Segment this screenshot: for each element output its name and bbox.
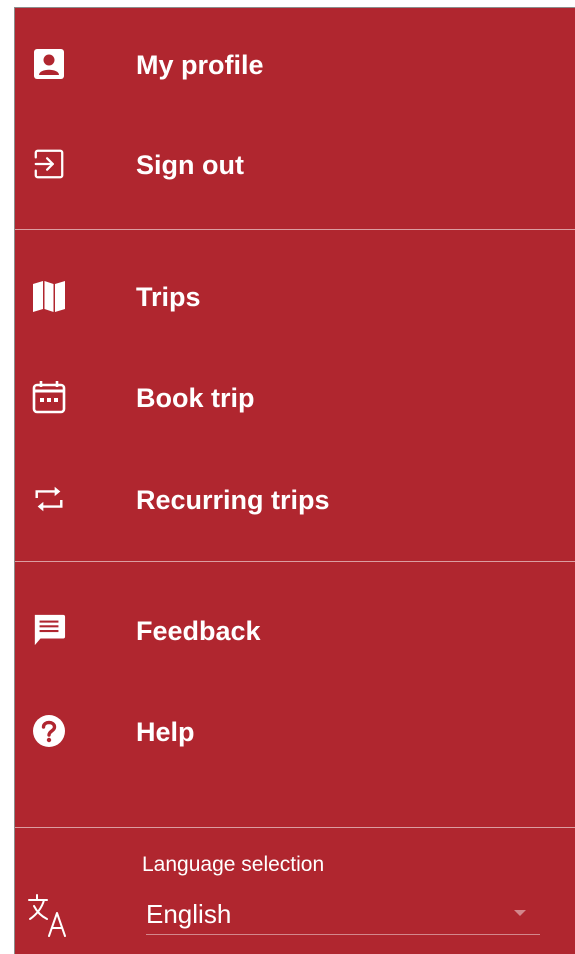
person-card-icon [32, 47, 66, 81]
language-selected-value: English [146, 899, 232, 929]
menu-item-recurring-trips[interactable]: Recurring trips [15, 467, 575, 531]
translate-icon [27, 893, 75, 937]
help-icon [32, 714, 66, 748]
section-divider [15, 229, 575, 230]
feedback-icon [32, 613, 66, 647]
menu-item-label: Help [136, 717, 195, 747]
menu-item-sign-out[interactable]: Sign out [15, 132, 575, 196]
section-divider [15, 827, 575, 828]
sign-out-icon [32, 147, 66, 181]
language-select[interactable]: English [146, 894, 540, 935]
calendar-icon [32, 380, 66, 414]
map-icon [32, 279, 66, 313]
menu-item-trips[interactable]: Trips [15, 264, 575, 328]
menu-item-label: Book trip [136, 383, 255, 413]
navigation-drawer: My profile Sign out Trips Book trip Recu… [14, 7, 575, 954]
menu-item-my-profile[interactable]: My profile [15, 32, 575, 96]
menu-item-help[interactable]: Help [15, 699, 575, 763]
repeat-icon [32, 482, 66, 516]
menu-item-label: My profile [136, 50, 264, 80]
menu-item-label: Trips [136, 282, 201, 312]
section-divider [15, 561, 575, 562]
menu-item-label: Recurring trips [136, 485, 330, 515]
menu-item-book-trip[interactable]: Book trip [15, 365, 575, 429]
chevron-down-icon [514, 910, 526, 916]
language-selection-label: Language selection [142, 853, 325, 876]
menu-item-label: Feedback [136, 616, 261, 646]
menu-item-label: Sign out [136, 150, 244, 180]
menu-item-feedback[interactable]: Feedback [15, 598, 575, 662]
